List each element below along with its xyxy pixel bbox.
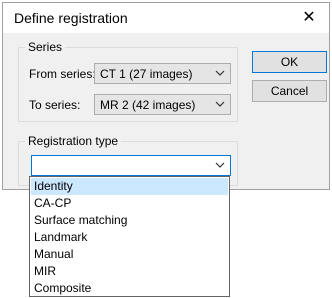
from-series-label: From series:	[29, 67, 96, 81]
ok-button[interactable]: OK	[252, 51, 327, 73]
title-bar: Define registration ✕	[3, 3, 329, 33]
to-series-label: To series:	[29, 98, 81, 112]
window-title: Define registration	[14, 10, 128, 26]
series-group: Series From series: CT 1 (27 images) To …	[18, 40, 238, 122]
from-series-value: CT 1 (27 images)	[100, 67, 193, 81]
chevron-down-icon	[215, 70, 225, 76]
option-landmark[interactable]: Landmark	[31, 229, 228, 246]
registration-type-select[interactable]	[31, 155, 231, 176]
option-identity[interactable]: Identity	[31, 178, 228, 195]
registration-type-dropdown: Identity CA-CP Surface matching Landmark…	[29, 176, 230, 297]
option-ca-cp[interactable]: CA-CP	[31, 195, 228, 212]
from-series-select[interactable]: CT 1 (27 images)	[94, 63, 231, 84]
option-mir[interactable]: MIR	[31, 263, 228, 280]
to-series-select[interactable]: MR 2 (42 images)	[94, 94, 231, 115]
option-manual[interactable]: Manual	[31, 246, 228, 263]
to-series-value: MR 2 (42 images)	[100, 98, 196, 112]
registration-type-title: Registration type	[25, 134, 122, 148]
chevron-down-icon	[215, 101, 225, 107]
chevron-down-icon	[215, 162, 225, 168]
close-icon: ✕	[302, 9, 316, 26]
series-group-title: Series	[25, 40, 66, 54]
option-surface-matching[interactable]: Surface matching	[31, 212, 228, 229]
option-composite[interactable]: Composite	[31, 280, 228, 297]
close-button[interactable]: ✕	[289, 3, 329, 33]
define-registration-dialog: Define registration ✕ Series From series…	[2, 2, 330, 190]
cancel-button[interactable]: Cancel	[252, 80, 327, 102]
